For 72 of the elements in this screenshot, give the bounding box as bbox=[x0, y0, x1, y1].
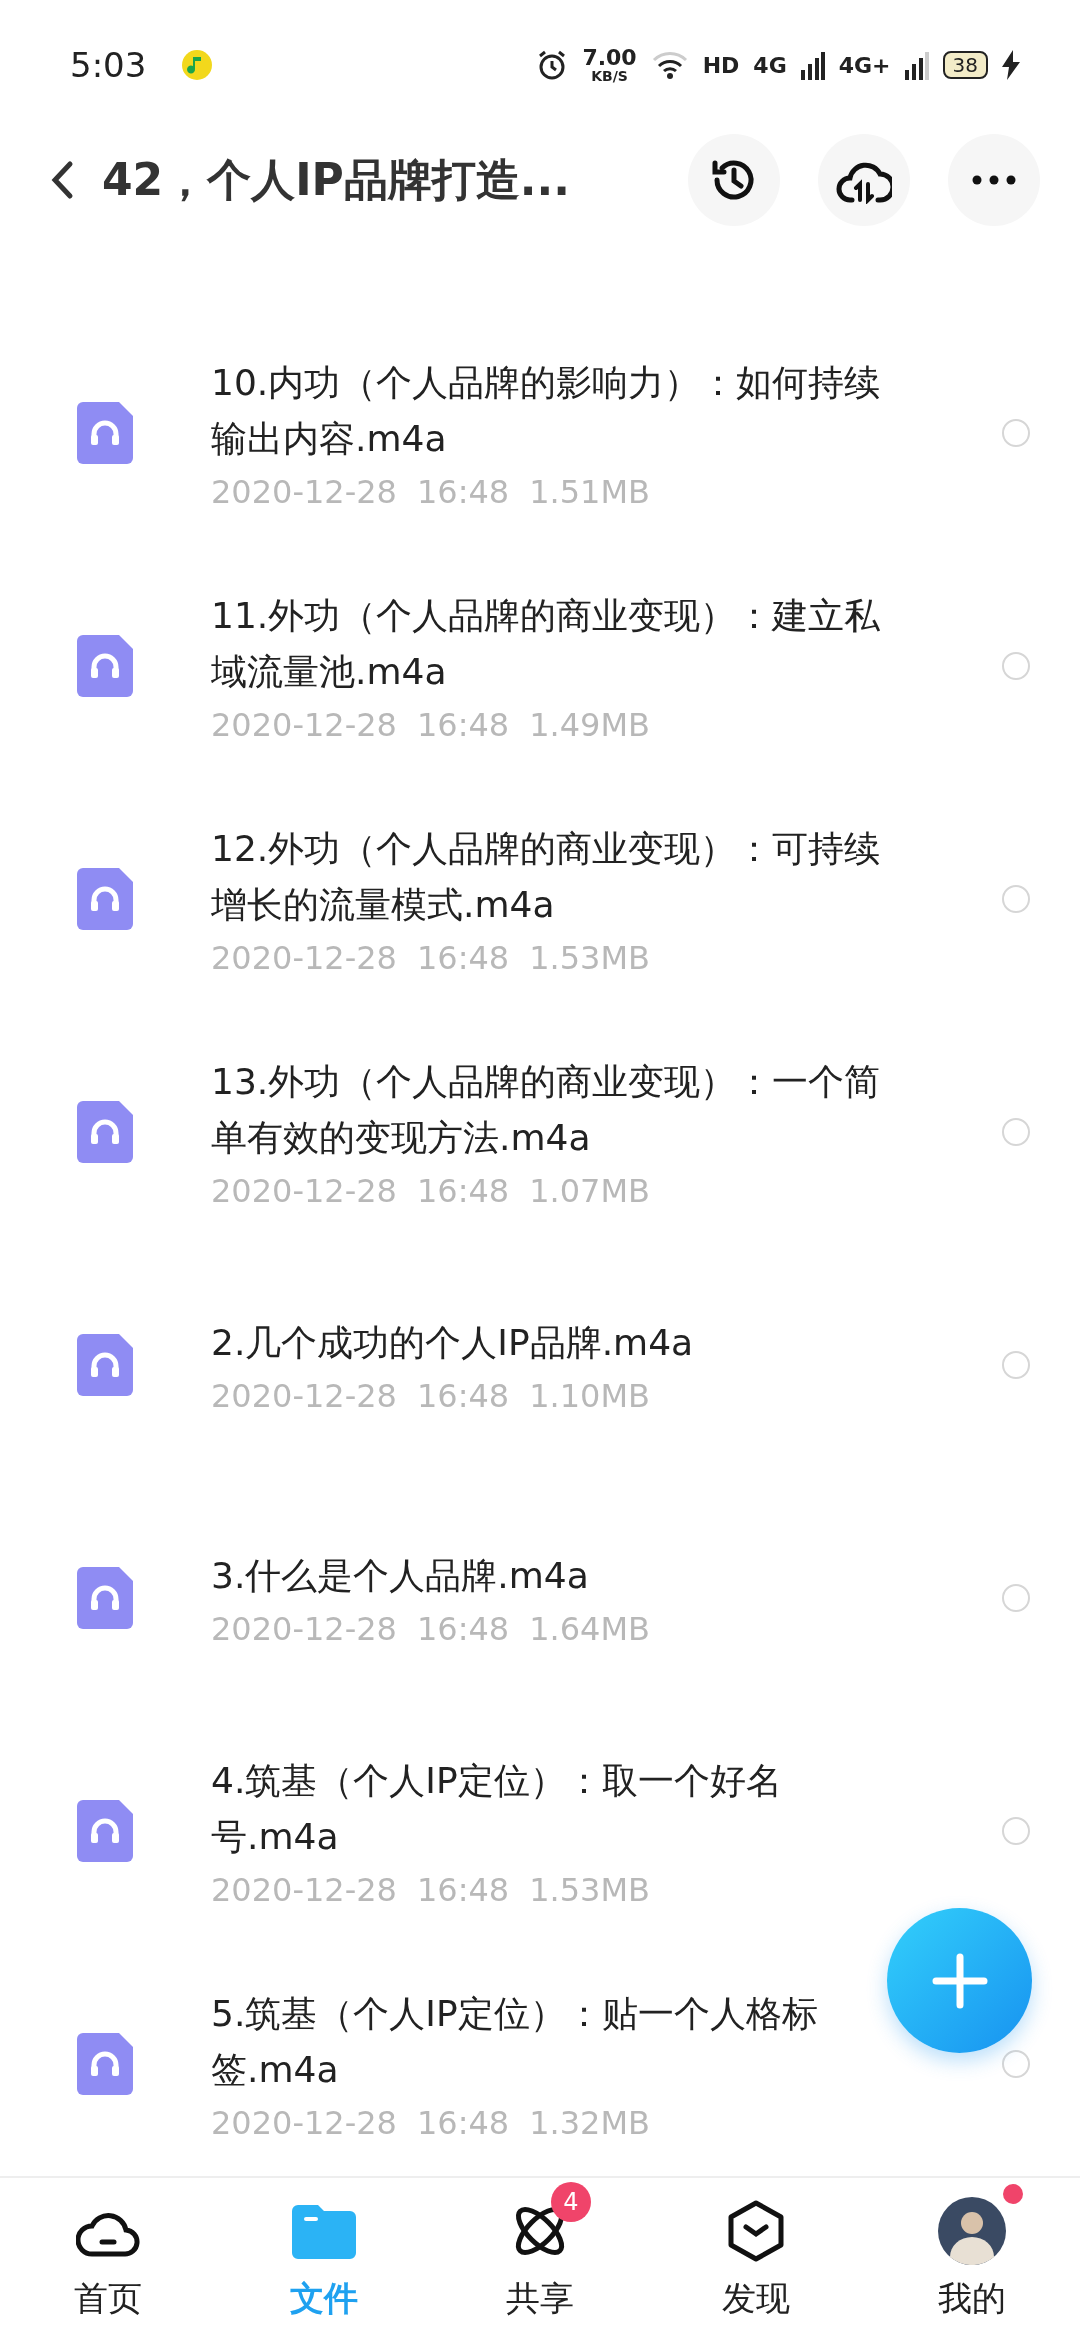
network-speed: 7.00 KB/S bbox=[582, 47, 637, 83]
file-size: 1.32MB bbox=[529, 2103, 650, 2142]
select-radio[interactable] bbox=[1002, 651, 1030, 680]
file-size: 1.64MB bbox=[529, 1609, 650, 1648]
file-time: 16:48 bbox=[416, 938, 510, 977]
file-time: 16:48 bbox=[416, 705, 510, 744]
more-icon bbox=[972, 175, 1016, 185]
hd-indicator: HD bbox=[702, 52, 740, 78]
file-date: 2020-12-28 bbox=[211, 938, 397, 977]
back-icon[interactable] bbox=[50, 160, 74, 200]
file-name[interactable]: 2.几个成功的个人IP品牌.m4a bbox=[211, 1314, 883, 1371]
file-time: 16:48 bbox=[416, 1171, 510, 1210]
signal-icon bbox=[800, 50, 825, 80]
file-time: 16:48 bbox=[416, 2103, 510, 2142]
file-name[interactable]: 11.外功（个人品牌的商业变现）：建立私域流量池.m4a bbox=[211, 587, 883, 700]
audio-file-icon bbox=[77, 867, 133, 930]
select-radio[interactable] bbox=[1002, 884, 1030, 913]
network-label: 4G bbox=[753, 52, 787, 78]
file-date: 2020-12-28 bbox=[211, 1171, 397, 1210]
file-name[interactable]: 4.筑基（个人IP定位）：取一个好名号.m4a bbox=[211, 1752, 883, 1865]
file-name[interactable]: 13.外功（个人品牌的商业变现）：一个简单有效的变现方法.m4a bbox=[211, 1053, 883, 1166]
charging-icon bbox=[1002, 50, 1020, 80]
file-date: 2020-12-28 bbox=[211, 472, 397, 511]
audio-file-icon bbox=[77, 1566, 133, 1629]
folder-title: 42，个人IP品牌打造... bbox=[102, 152, 570, 207]
battery-level: 38 bbox=[942, 51, 988, 79]
audio-file-icon bbox=[77, 1799, 133, 1862]
file-size: 1.53MB bbox=[529, 938, 650, 977]
avatar-icon bbox=[938, 2197, 1006, 2265]
file-time: 16:48 bbox=[416, 472, 510, 511]
select-radio[interactable] bbox=[1002, 418, 1030, 447]
file-size: 1.51MB bbox=[529, 472, 650, 511]
file-name[interactable]: 3.什么是个人品牌.m4a bbox=[211, 1547, 883, 1604]
audio-file-icon bbox=[77, 634, 133, 697]
file-date: 2020-12-28 bbox=[211, 1376, 397, 1415]
add-button[interactable] bbox=[887, 1908, 1032, 2053]
nav-tab[interactable]: 首页 bbox=[0, 2178, 216, 2340]
file-name[interactable]: 5.筑基（个人IP定位）：贴一个人格标签.m4a bbox=[211, 1985, 883, 2098]
file-size: 1.07MB bbox=[529, 1171, 650, 1210]
select-radio[interactable] bbox=[1002, 2049, 1030, 2078]
select-radio[interactable] bbox=[1002, 1583, 1030, 1612]
notification-badge: 4 bbox=[551, 2182, 591, 2222]
music-app-icon bbox=[182, 50, 213, 80]
audio-file-icon bbox=[77, 1333, 133, 1396]
file-date: 2020-12-28 bbox=[211, 1870, 397, 1909]
file-date: 2020-12-28 bbox=[211, 705, 397, 744]
clock-time: 5:03 bbox=[70, 45, 147, 85]
nav-tab[interactable]: 我的 bbox=[864, 2178, 1080, 2340]
select-radio[interactable] bbox=[1002, 1350, 1030, 1379]
file-date: 2020-12-28 bbox=[211, 1609, 397, 1648]
wifi-icon bbox=[650, 50, 689, 80]
audio-file-icon bbox=[77, 1100, 133, 1163]
nav-tab[interactable]: 4 共享 bbox=[432, 2178, 648, 2340]
hexagon-icon bbox=[727, 2200, 785, 2262]
file-size: 1.49MB bbox=[529, 705, 650, 744]
file-time: 16:48 bbox=[416, 1376, 510, 1415]
audio-file-icon bbox=[77, 2032, 133, 2095]
network-label: 4G+ bbox=[838, 52, 891, 78]
plus-icon bbox=[931, 1952, 988, 2009]
audio-file-icon bbox=[77, 401, 133, 464]
file-time: 16:48 bbox=[416, 1870, 510, 1909]
select-radio[interactable] bbox=[1002, 1117, 1030, 1146]
nav-tab[interactable]: 发现 bbox=[648, 2178, 864, 2340]
file-size: 1.53MB bbox=[529, 1870, 650, 1909]
file-name[interactable]: 12.外功（个人品牌的商业变现）：可持续增长的流量模式.m4a bbox=[211, 820, 883, 933]
file-time: 16:48 bbox=[416, 1609, 510, 1648]
file-name[interactable]: 10.内功（个人品牌的影响力）：如何持续输出内容.m4a bbox=[211, 354, 883, 467]
folder-icon bbox=[292, 2203, 356, 2259]
file-size: 1.10MB bbox=[529, 1376, 650, 1415]
signal-icon bbox=[904, 50, 929, 80]
file-date: 2020-12-28 bbox=[211, 2103, 397, 2142]
select-radio[interactable] bbox=[1002, 1816, 1030, 1845]
